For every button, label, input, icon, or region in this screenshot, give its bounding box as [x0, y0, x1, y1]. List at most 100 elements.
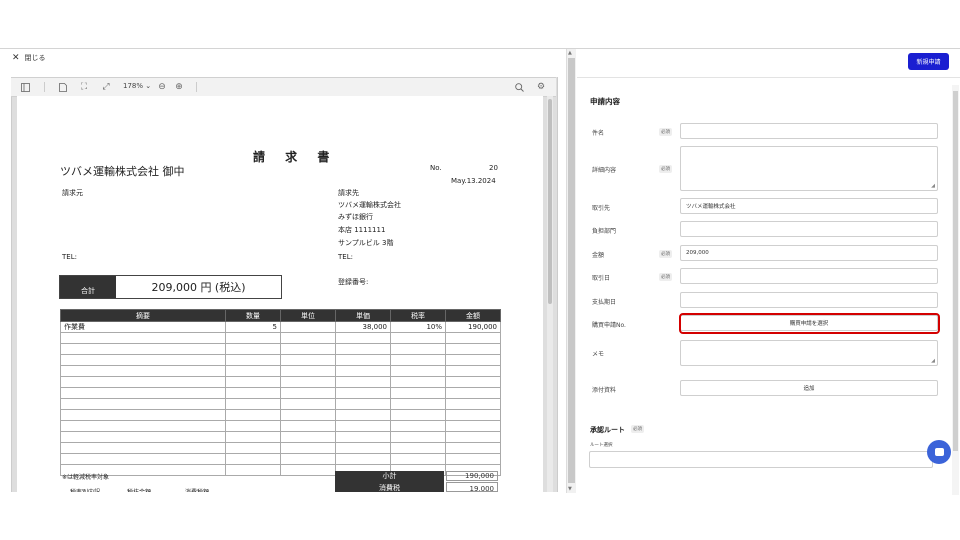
table-cell	[390, 365, 446, 377]
table-cell	[390, 376, 446, 388]
table-header: 単価	[335, 309, 391, 322]
table-cell	[445, 365, 501, 377]
resize-grip-icon[interactable]: ◢	[931, 183, 935, 189]
table-cell	[60, 409, 226, 421]
highlight-box	[679, 313, 940, 334]
table-cell	[225, 431, 281, 443]
new-request-button[interactable]: 新規申請	[908, 53, 949, 70]
table-cell	[390, 431, 446, 443]
partner-label: 取引先	[592, 205, 611, 212]
zoom-in-icon[interactable]: ⊕	[173, 81, 185, 93]
sidebar-toggle-icon[interactable]	[19, 81, 31, 93]
subtotal-label: 小計	[335, 471, 444, 482]
close-icon: ✕	[12, 53, 20, 63]
pane-scrollbar[interactable]: ▲ ▼	[566, 49, 576, 493]
memo-textarea[interactable]: ◢	[680, 340, 938, 366]
table-header: 金額	[445, 309, 501, 322]
table-cell	[280, 376, 336, 388]
table-cell	[445, 354, 501, 366]
trade-date-label: 取引日	[592, 275, 611, 282]
invoice-to-branch: 本店 1111111	[338, 226, 386, 234]
viewer-scrollbar[interactable]	[547, 96, 553, 492]
pay-date-input[interactable]	[680, 292, 938, 308]
resize-grip-icon[interactable]: ◢	[931, 358, 935, 364]
table-cell	[445, 442, 501, 454]
partner-input[interactable]: ツバメ運輸株式会社	[680, 198, 938, 214]
pay-date-label: 支払期日	[592, 299, 617, 306]
detail-textarea[interactable]: ◢	[680, 146, 938, 191]
subject-input[interactable]	[680, 123, 938, 139]
table-row	[60, 398, 501, 410]
attachment-add-button[interactable]: 追加	[680, 380, 938, 396]
table-cell	[60, 376, 226, 388]
chat-button[interactable]	[927, 440, 951, 464]
search-icon[interactable]	[513, 81, 525, 93]
table-cell	[445, 387, 501, 399]
table-cell	[280, 365, 336, 377]
viewer-toolbar: ⛶ ⤢ 178% ⌄ ⊖ ⊕ ⚙	[11, 77, 556, 97]
invoice-to-company: ツバメ運輸株式会社	[338, 201, 401, 209]
table-cell: 10%	[390, 321, 446, 333]
table-cell	[225, 343, 281, 355]
table-cell	[445, 343, 501, 355]
table-cell	[390, 442, 446, 454]
table-cell	[60, 431, 226, 443]
invoice-tel-left: TEL:	[62, 253, 77, 261]
table-cell	[225, 420, 281, 432]
dept-input[interactable]	[680, 221, 938, 237]
table-cell	[60, 365, 226, 377]
panel-scrollbar[interactable]	[952, 85, 959, 495]
table-header: 数量	[225, 309, 281, 322]
required-badge: 必須	[659, 273, 672, 281]
table-cell	[280, 387, 336, 399]
required-badge: 必須	[631, 425, 644, 433]
invoice-total-label: 合計	[60, 276, 116, 298]
amount-input[interactable]: 209,000	[680, 245, 938, 261]
route-sub-label: ルート選択	[590, 443, 613, 448]
route-select[interactable]	[589, 451, 933, 468]
table-cell: 190,000	[445, 321, 501, 333]
gear-icon[interactable]: ⚙	[535, 81, 547, 93]
table-cell	[445, 431, 501, 443]
zoom-select[interactable]: 178% ⌄	[123, 82, 151, 90]
table-cell	[335, 365, 391, 377]
table-cell	[335, 453, 391, 465]
invoice-to-label: 請求先	[338, 189, 359, 197]
table-row	[60, 376, 501, 388]
tax-value: 19,000	[446, 482, 498, 492]
memo-label: メモ	[592, 351, 605, 358]
table-row	[60, 387, 501, 399]
required-badge: 必須	[659, 165, 672, 173]
table-cell	[60, 354, 226, 366]
table-cell	[280, 343, 336, 355]
purchase-no-label: 購買申請No.	[592, 322, 626, 329]
close-label: 閉じる	[24, 54, 46, 62]
table-cell	[390, 343, 446, 355]
table-cell	[60, 343, 226, 355]
table-cell	[225, 398, 281, 410]
table-cell	[280, 431, 336, 443]
table-cell	[225, 387, 281, 399]
close-button[interactable]: ✕ 閉じる	[12, 51, 46, 65]
scroll-down-icon[interactable]: ▼	[568, 486, 572, 492]
table-cell	[280, 464, 336, 476]
table-cell: 38,000	[335, 321, 391, 333]
fit-page-icon[interactable]: ⛶	[78, 81, 90, 93]
table-row	[60, 354, 501, 366]
table-cell	[335, 343, 391, 355]
table-cell	[390, 398, 446, 410]
table-row	[60, 442, 501, 454]
trade-date-input[interactable]	[680, 268, 938, 284]
table-cell	[225, 409, 281, 421]
table-cell	[335, 332, 391, 344]
table-cell	[225, 365, 281, 377]
invoice-date: May.13.2024	[451, 177, 496, 185]
scroll-up-icon[interactable]: ▲	[568, 50, 572, 56]
table-cell	[225, 332, 281, 344]
table-cell	[60, 442, 226, 454]
page-icon[interactable]	[57, 81, 69, 93]
zoom-out-icon[interactable]: ⊖	[156, 81, 168, 93]
chat-icon	[934, 448, 944, 456]
expand-icon[interactable]: ⤢	[100, 81, 112, 93]
table-cell	[445, 409, 501, 421]
